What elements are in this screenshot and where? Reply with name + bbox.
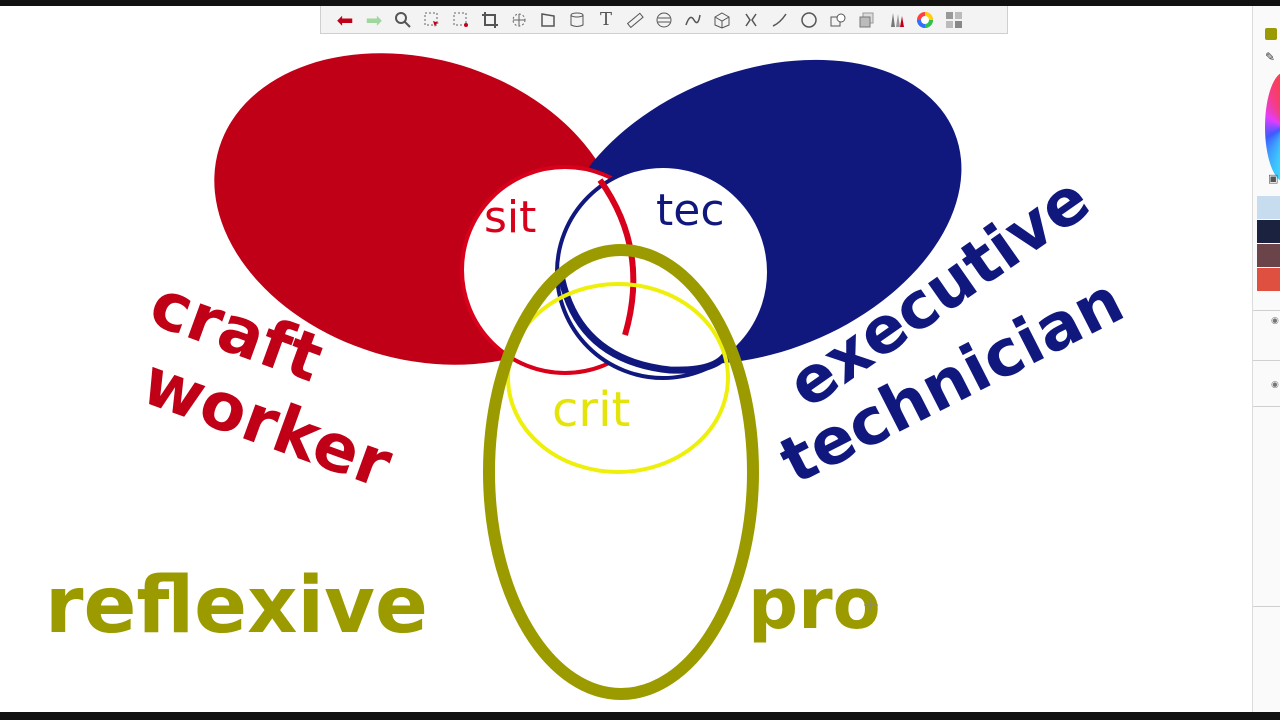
- color-swatch-light-blue[interactable]: [1257, 196, 1280, 219]
- label-sit: sit: [484, 192, 536, 243]
- ruler-icon[interactable]: [623, 8, 647, 32]
- shape-circle-icon[interactable]: [797, 8, 821, 32]
- layer-visibility-eye-icon[interactable]: ◉: [1271, 316, 1279, 326]
- layer-cylinder-icon[interactable]: [565, 8, 589, 32]
- ellipse-guide-icon[interactable]: [652, 8, 676, 32]
- color-wheel-picker[interactable]: [1265, 72, 1280, 182]
- zoom-magnifier-icon[interactable]: [391, 8, 415, 32]
- copy-shapes-icon[interactable]: [826, 8, 850, 32]
- color-swatch-dark-navy[interactable]: [1257, 220, 1280, 243]
- label-reflexive: reflexive: [45, 561, 428, 651]
- crop-icon[interactable]: [478, 8, 502, 32]
- drawing-canvas[interactable]: sit tec crit craft worker executive tech…: [0, 6, 1252, 712]
- label-pro: pro: [748, 563, 881, 645]
- right-color-panel: ✎ ▣ ◉ ◉: [1252, 6, 1280, 712]
- color-swatch-dark-brown[interactable]: [1257, 244, 1280, 267]
- text-tool-icon[interactable]: T: [594, 8, 618, 32]
- layers-stack-icon[interactable]: [855, 8, 879, 32]
- symmetry-icon[interactable]: [739, 8, 763, 32]
- lock-icon[interactable]: ▣: [1268, 172, 1278, 185]
- undo-arrow-icon[interactable]: ⬅: [333, 8, 357, 32]
- brush-library-icon[interactable]: [884, 8, 908, 32]
- panel-divider: [1253, 406, 1280, 407]
- panel-divider: [1253, 360, 1280, 361]
- lasso-selection-icon[interactable]: [449, 8, 473, 32]
- panel-divider: [1253, 606, 1280, 607]
- current-brush-color-swatch[interactable]: [1265, 28, 1277, 40]
- label-crit: crit: [552, 382, 630, 438]
- layer-visibility-eye-icon[interactable]: ◉: [1271, 380, 1279, 390]
- selection-tool-icon[interactable]: [420, 8, 444, 32]
- redo-arrow-icon[interactable]: ➡: [362, 8, 386, 32]
- canvas-drawing: sit tec crit craft worker executive tech…: [45, 53, 1135, 700]
- color-wheel-icon[interactable]: [913, 8, 937, 32]
- palette-grid-icon[interactable]: [942, 8, 966, 32]
- color-swatch-coral[interactable]: [1257, 268, 1280, 291]
- perspective-icon[interactable]: [536, 8, 560, 32]
- curve-guide-icon[interactable]: [681, 8, 705, 32]
- grid-perspective-icon[interactable]: [710, 8, 734, 32]
- label-tec: tec: [656, 185, 725, 236]
- main-toolbar: ⬅ ➡ T: [320, 6, 1008, 34]
- window-bottom-bar: [0, 712, 1280, 720]
- panel-divider: [1253, 310, 1280, 311]
- eyedropper-icon[interactable]: ✎: [1265, 50, 1275, 64]
- stroke-tool-icon[interactable]: [768, 8, 792, 32]
- transform-icon[interactable]: [507, 8, 531, 32]
